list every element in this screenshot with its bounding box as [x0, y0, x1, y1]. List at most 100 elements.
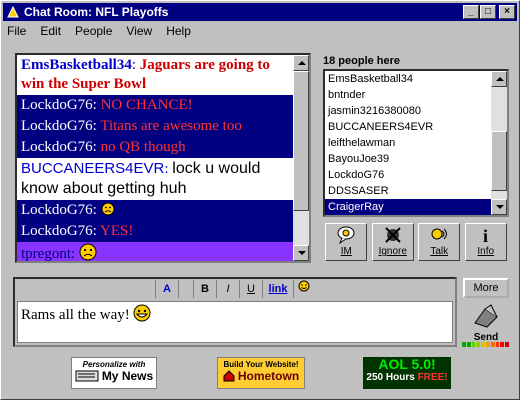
message-sender[interactable]: LockdoG76: [21, 223, 93, 239]
message-sender[interactable]: EmsBasketball34: [21, 57, 132, 73]
people-list-item[interactable]: leifthelawman: [325, 135, 492, 151]
message-separator: :: [92, 97, 101, 113]
minimize-button[interactable]: _: [463, 5, 479, 19]
more-button[interactable]: More: [463, 278, 509, 298]
info-button[interactable]: i Info: [464, 223, 507, 261]
people-scrollbar[interactable]: [491, 71, 507, 215]
chat-message: tpregont:: [17, 242, 293, 262]
chat-message: LockdoG76: YES!: [17, 221, 293, 242]
bold-button[interactable]: B: [193, 280, 216, 298]
chat-transcript[interactable]: EmsBasketball34: Jaguars are going to wi…: [15, 53, 311, 263]
people-list-item[interactable]: CraigerRay: [325, 199, 492, 215]
hometown-ad[interactable]: Build Your Website! Hometown: [217, 357, 305, 389]
svg-text:i: i: [483, 226, 488, 245]
message-sender[interactable]: LockdoG76: [21, 139, 93, 155]
people-scroll-thumb[interactable]: [491, 131, 507, 191]
aol-5-ad-line1: AOL 5.0!: [378, 356, 436, 372]
my-news-ad-line1: Personalize with: [82, 360, 146, 369]
message-list: EmsBasketball34: Jaguars are going to wi…: [17, 55, 293, 262]
message-text: YES!: [100, 223, 134, 239]
people-scroll-up-button[interactable]: [491, 71, 507, 87]
menu-people[interactable]: People: [73, 23, 114, 41]
scroll-up-button[interactable]: [293, 55, 309, 71]
im-icon: [326, 224, 366, 246]
people-items: EmsBasketball34 bntnder jasmin3216380080 BU…: [325, 71, 507, 215]
message-text: no QB though: [100, 139, 186, 155]
grin-icon: [133, 304, 151, 322]
chat-message: LockdoG76:: [17, 200, 293, 221]
menu-help[interactable]: Help: [164, 23, 193, 41]
title-bar[interactable]: Chat Room: NFL Playoffs _ □ ×: [3, 3, 517, 21]
my-news-ad-line2: My News: [101, 369, 154, 383]
link-button[interactable]: link: [262, 280, 293, 298]
ignore-label: Ignore: [378, 246, 407, 257]
format-toolbar: A B I U link: [15, 279, 455, 299]
text-color-button[interactable]: A: [155, 280, 178, 298]
message-sender[interactable]: tpregont: [21, 246, 71, 261]
chat-message: LockdoG76: Titans are awesome too: [17, 116, 293, 137]
ignore-button[interactable]: Ignore: [371, 223, 414, 261]
send-icon: [474, 304, 498, 328]
chat-message: LockdoG76: no QB though: [17, 137, 293, 158]
people-list-item[interactable]: BayouJoe39: [325, 151, 492, 167]
frown-icon: [101, 202, 115, 216]
menu-bar: File Edit People View Help: [5, 23, 203, 41]
scroll-thumb[interactable]: [293, 71, 309, 211]
smiley-button[interactable]: [293, 280, 314, 298]
chat-room-window: Chat Room: NFL Playoffs _ □ × File Edit …: [0, 0, 520, 400]
smiley-icon: [298, 280, 310, 292]
people-list-item[interactable]: DDSSASER: [325, 183, 492, 199]
chat-message: EmsBasketball34: Jaguars are going to wi…: [17, 55, 293, 95]
talk-label: Talk: [430, 246, 449, 257]
close-button[interactable]: ×: [499, 5, 515, 19]
hometown-ad-line1: Build Your Website!: [223, 360, 299, 369]
aol-5-ad-line2: 250 Hours: [366, 372, 415, 383]
im-button[interactable]: IM: [325, 223, 368, 261]
people-list-item[interactable]: EmsBasketball34: [325, 71, 492, 87]
message-input[interactable]: Rams all the way!: [17, 301, 453, 343]
menu-file[interactable]: File: [5, 23, 28, 41]
menu-edit[interactable]: Edit: [38, 23, 63, 41]
people-list-item[interactable]: jasmin3216380080: [325, 103, 492, 119]
my-news-ad[interactable]: Personalize with My News: [71, 357, 157, 389]
people-scroll-down-button[interactable]: [491, 199, 507, 215]
people-actions: IM Ignore Talk i Info: [323, 223, 509, 263]
scroll-down-button[interactable]: [293, 245, 309, 261]
people-count: 18 people here: [323, 55, 401, 67]
people-list[interactable]: EmsBasketball34 bntnder jasmin3216380080 BU…: [323, 69, 509, 217]
message-sender[interactable]: LockdoG76: [21, 118, 93, 134]
talk-icon: [419, 224, 459, 246]
info-icon: i: [466, 224, 506, 246]
chat-message: LockdoG76: NO CHANCE!: [17, 95, 293, 116]
aol-logo-icon: [6, 5, 20, 19]
maximize-button[interactable]: □: [480, 5, 496, 19]
aol-5-ad-line3: FREE!: [417, 372, 448, 383]
message-separator: :: [92, 223, 101, 239]
message-text: Titans are awesome too: [100, 118, 242, 134]
info-label: Info: [477, 246, 495, 257]
frown-icon: [79, 243, 97, 261]
message-sender[interactable]: LockdoG76: [21, 97, 93, 113]
message-sender[interactable]: BUCCANEERS4EVR: [21, 160, 164, 177]
people-list-item[interactable]: BUCCANEERS4EVR: [325, 119, 492, 135]
message-input-text: Rams all the way!: [21, 307, 130, 323]
people-list-item[interactable]: LockdoG76: [325, 167, 492, 183]
message-separator: :: [92, 139, 101, 155]
message-separator: :: [131, 57, 140, 73]
message-length-meter: [462, 342, 510, 347]
menu-view[interactable]: View: [124, 23, 154, 41]
talk-button[interactable]: Talk: [418, 223, 461, 261]
compose-area: A B I U link Rams all the way!: [13, 277, 457, 347]
window-title: Chat Room: NFL Playoffs: [24, 5, 169, 19]
ignore-icon: [373, 224, 413, 246]
message-sender[interactable]: LockdoG76: [21, 202, 93, 218]
italic-button[interactable]: I: [216, 280, 239, 298]
people-list-item[interactable]: bntnder: [325, 87, 492, 103]
underline-button[interactable]: U: [239, 280, 262, 298]
aol-5-ad[interactable]: AOL 5.0! 250 Hours FREE!: [363, 357, 451, 389]
chat-scrollbar[interactable]: [293, 55, 309, 261]
message-separator: :: [71, 246, 79, 262]
chat-message: BUCCANEERS4EVR: lock u would know about …: [17, 158, 293, 200]
im-label: IM: [340, 246, 352, 257]
hometown-ad-line2: Hometown: [237, 369, 300, 383]
